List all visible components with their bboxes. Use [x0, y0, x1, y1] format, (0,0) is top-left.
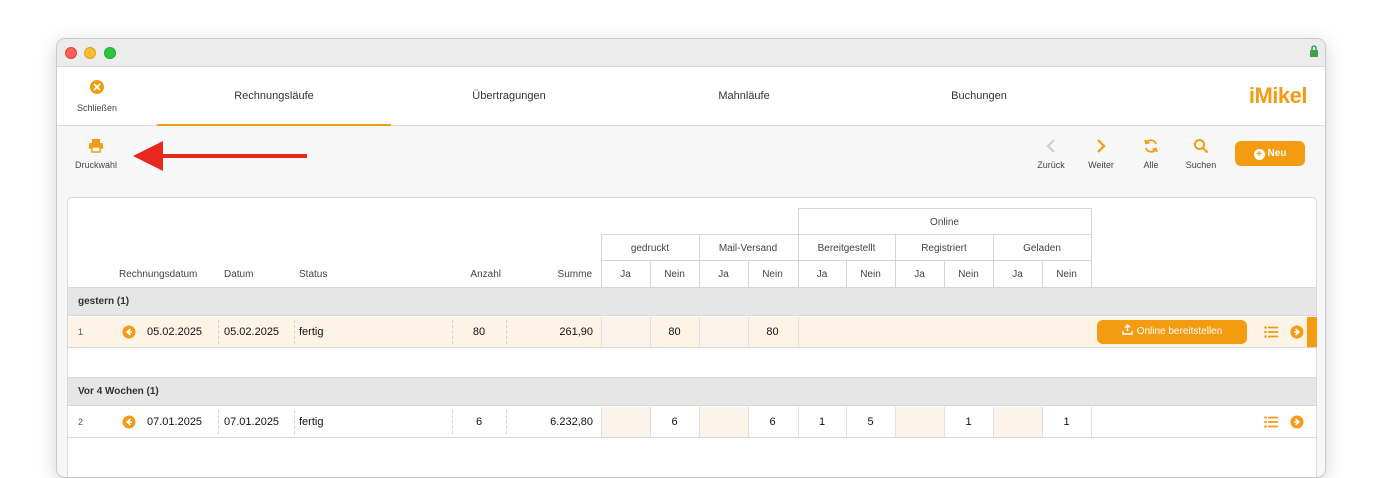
list-icon[interactable]: [1264, 325, 1279, 339]
row-datum: 05.02.2025: [224, 326, 280, 338]
arrow-right-circle-icon[interactable]: [1290, 415, 1304, 429]
row-gedruckt-nein: 6: [671, 416, 678, 428]
search-button[interactable]: Suchen: [1176, 138, 1226, 170]
header-rechnungsdatum[interactable]: Rechnungsdatum: [119, 269, 197, 280]
row-gel-nein: 1: [1063, 416, 1070, 428]
next-label: Weiter: [1088, 160, 1114, 170]
search-icon: [1194, 139, 1209, 154]
header-bereitgestellt: Bereitgestellt: [817, 243, 876, 254]
minimize-window-button[interactable]: [84, 47, 96, 59]
table-row[interactable]: 2 07.01.2025 07.01.2025 fertig 6 6.232,8…: [68, 407, 1316, 437]
print-select-label: Druckwahl: [74, 160, 117, 170]
tab-buchungen[interactable]: Buchungen: [862, 67, 1096, 126]
printer-icon: [89, 139, 103, 153]
tab-rechnungslaeufe[interactable]: Rechnungsläufe: [157, 67, 391, 126]
row-number: 1: [78, 327, 84, 337]
search-label: Suchen: [1185, 160, 1217, 170]
group-header: Vor 4 Wochen (1): [68, 377, 1316, 406]
chevron-right-icon: [1097, 139, 1106, 153]
row-summe: 6.232,80: [550, 416, 593, 428]
title-bar: [57, 39, 1325, 67]
refresh-icon: [1144, 139, 1158, 153]
row-bereit-nein: 5: [867, 416, 874, 428]
plus-icon: +: [1253, 149, 1265, 160]
row-number: 2: [78, 417, 84, 427]
header-reg-ja: Ja: [914, 269, 925, 280]
row-rechnungsdatum: 07.01.2025: [147, 416, 203, 428]
header-gedruckt: gedruckt: [630, 243, 670, 254]
close-button[interactable]: Schließen: [57, 67, 137, 126]
main-navigation: Schließen Rechnungsläufe Übertragungen M…: [57, 67, 1325, 126]
header-anzahl[interactable]: Anzahl: [448, 269, 501, 280]
header-mail-versand: Mail-Versand: [718, 243, 778, 254]
maximize-window-button[interactable]: [104, 47, 116, 59]
header-gel-nein: Nein: [1056, 269, 1077, 280]
list-icon[interactable]: [1264, 415, 1279, 429]
tab-uebertragungen[interactable]: Übertragungen: [392, 67, 626, 126]
row-gedruckt-nein: 80: [668, 326, 681, 338]
header-reg-nein: Nein: [958, 269, 979, 280]
row-mail-nein: 80: [766, 326, 779, 338]
row-status: fertig: [299, 416, 324, 428]
header-mail-ja: Ja: [718, 269, 729, 280]
print-select-button[interactable]: Druckwahl: [71, 138, 121, 170]
arrow-right-circle-icon[interactable]: [1290, 325, 1304, 339]
tab-mahnlaeufe[interactable]: Mahnläufe: [627, 67, 861, 126]
header-online: Online: [930, 217, 959, 228]
upload-icon: [1121, 324, 1133, 335]
header-status[interactable]: Status: [299, 269, 327, 280]
header-gel-ja: Ja: [1012, 269, 1023, 280]
close-window-button[interactable]: [65, 47, 77, 59]
selection-indicator: [1307, 317, 1317, 347]
row-status: fertig: [299, 326, 324, 338]
chevron-left-icon: [1046, 139, 1055, 153]
all-button[interactable]: Alle: [1126, 138, 1176, 170]
header-bereit-nein: Nein: [860, 269, 881, 280]
lock-icon: [1310, 45, 1318, 57]
online-bereitstellen-button[interactable]: Online bereitstellen: [1097, 320, 1247, 344]
invoice-runs-table: Online gedruckt Mail-Versand Bereitgeste…: [67, 197, 1317, 477]
back-label: Zurück: [1037, 160, 1065, 170]
row-anzahl: 6: [475, 416, 483, 428]
new-label: Neu: [1267, 148, 1287, 159]
row-anzahl: 80: [472, 326, 486, 338]
next-button[interactable]: Weiter: [1076, 138, 1126, 170]
header-bereit-ja: Ja: [816, 269, 828, 280]
header-datum[interactable]: Datum: [224, 269, 253, 280]
row-rechnungsdatum: 05.02.2025: [147, 326, 203, 338]
row-reg-nein: 1: [965, 416, 972, 428]
imikel-logo: iMikel: [1227, 81, 1308, 111]
row-mail-nein: 6: [769, 416, 776, 428]
close-circle-icon: [90, 80, 104, 94]
header-gedruckt-nein: Nein: [664, 269, 685, 280]
table-row[interactable]: 1 05.02.2025 05.02.2025 fertig 80 261,90…: [68, 317, 1317, 347]
all-label: Alle: [1143, 160, 1159, 170]
row-bereit-ja: 1: [818, 416, 826, 428]
back-button[interactable]: Zurück: [1026, 138, 1076, 170]
logo-text: iMikel: [1248, 83, 1308, 108]
header-geladen: Geladen: [1023, 243, 1061, 254]
header-gedruckt-ja: Ja: [620, 269, 631, 280]
header-mail-nein: Nein: [762, 269, 783, 280]
online-bereitstellen-label: Online bereitstellen: [1136, 326, 1223, 337]
arrow-left-circle-icon[interactable]: [122, 415, 136, 429]
app-window: Schließen Rechnungsläufe Übertragungen M…: [56, 38, 1326, 478]
new-button[interactable]: + Neu: [1235, 141, 1305, 166]
header-registriert: Registriert: [921, 243, 967, 254]
arrow-left-circle-icon[interactable]: [122, 325, 136, 339]
annotation-arrow-icon: [133, 141, 307, 171]
header-summe[interactable]: Summe: [508, 269, 592, 280]
row-summe: 261,90: [559, 326, 593, 338]
group-header: gestern (1): [68, 287, 1316, 316]
row-datum: 07.01.2025: [224, 416, 280, 428]
close-label: Schließen: [76, 103, 118, 113]
